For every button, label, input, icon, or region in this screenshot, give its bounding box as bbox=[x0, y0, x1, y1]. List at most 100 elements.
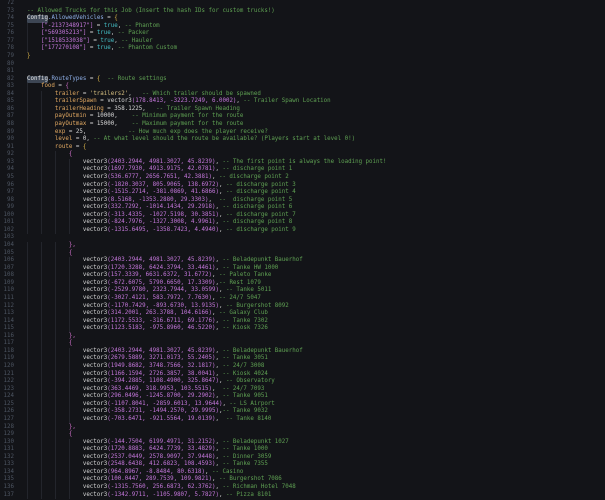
token-tx: , bbox=[110, 30, 118, 37]
line-number: 96 bbox=[7, 181, 14, 188]
code-line-content: { bbox=[14, 431, 72, 439]
token-cm: -- Pizza 8101 bbox=[225, 491, 272, 498]
token-tx: , bbox=[236, 98, 244, 105]
token-pr: payOutmin bbox=[54, 113, 87, 120]
line-number: 82 bbox=[7, 75, 14, 82]
code-editor[interactable]: 72 73 -- Allowed Trucks for this Job (Inse… bbox=[0, 0, 605, 500]
token-cm: -- Tanke 7302 bbox=[222, 317, 268, 324]
line-number: 92 bbox=[7, 151, 14, 158]
token-pr: trailerHeading bbox=[54, 105, 104, 112]
code-line-content: Config .AllowedVehicles = { bbox=[14, 15, 118, 23]
line-number: 89 bbox=[7, 128, 14, 135]
token-cm: -- Richman Hotel 7048 bbox=[222, 484, 296, 490]
code-line: 119 vector3 (2679.5889, 3271.0173, 55.2405… bbox=[0, 355, 605, 363]
token-cm: -- discharge point 9 bbox=[225, 226, 296, 233]
token-fn: vector3 bbox=[82, 363, 108, 369]
indent-guide bbox=[27, 355, 83, 363]
line-number: 118 bbox=[3, 347, 14, 354]
token-pk: (100.0447, 289.7539, 109.9821) bbox=[107, 476, 212, 483]
code-line: 125 vector3 (-1107.8041, -2859.6013, 13.96… bbox=[0, 400, 605, 409]
line-number: 130 bbox=[3, 438, 14, 445]
indent-guide bbox=[27, 211, 83, 220]
token-tx: , bbox=[218, 211, 226, 218]
token-fn: vector3 bbox=[82, 204, 108, 211]
token-tx: , bbox=[215, 415, 226, 422]
line-number: 111 bbox=[3, 294, 14, 301]
indent-guide bbox=[27, 181, 83, 190]
token-pk: (1720.3288, 6424.3794, 33.4461) bbox=[107, 264, 216, 271]
code-line: 95 vector3 (536.6777, 2656.7651, 42.3881),… bbox=[0, 173, 605, 182]
token-pk: (1949.8682, 3748.7566, 32.1817) bbox=[107, 363, 216, 369]
code-line-content: Config .RouteTypes = { -- Route settings bbox=[14, 75, 167, 84]
token-tx: , bbox=[142, 105, 157, 112]
indent-guide bbox=[27, 90, 55, 99]
token-b1: { bbox=[114, 15, 118, 22]
indent-guide bbox=[27, 370, 83, 379]
token-b2: { bbox=[68, 151, 73, 158]
code-line-content: } bbox=[14, 53, 31, 61]
token-pk: (-1107.8041, -2859.6013, 13.9644) bbox=[107, 400, 223, 407]
token-pk: (2403.2944, 4981.3027, 45.8239) bbox=[107, 347, 216, 354]
token-pk: (332.7292, -1014.1434, 29.2918) bbox=[107, 204, 216, 211]
indent-guide bbox=[27, 83, 41, 91]
code-line: 121 vector3 (1166.1594, 2726.3857, 38.0041… bbox=[0, 370, 605, 379]
line-number: 132 bbox=[3, 453, 14, 460]
token-bl: .RouteTypes bbox=[47, 75, 87, 82]
code-line-content: vector3 (1166.1594, 2726.3857, 38.0041), … bbox=[14, 370, 268, 379]
line-number: 101 bbox=[3, 219, 14, 226]
token-cm: -- Beladepunkt Bauerhof bbox=[222, 347, 303, 354]
token-pk: (314.2001, 263.3788, 104.6166) bbox=[107, 310, 212, 317]
token-pk: ["-2137348917"] bbox=[40, 22, 94, 29]
line-number: 97 bbox=[7, 189, 14, 196]
line-number: 93 bbox=[7, 158, 14, 165]
code-line-content: exp = 25, -- How much exp does the playe… bbox=[14, 128, 268, 137]
token-fn: vector3 bbox=[82, 310, 108, 317]
indent-guide bbox=[27, 317, 83, 326]
token-tx: , bbox=[222, 400, 230, 407]
code-line: 96 vector3 (-1820.3037, 805.9065, 138.6972… bbox=[0, 181, 605, 190]
token-fn: vector3 bbox=[82, 484, 108, 490]
code-line-content: }, bbox=[14, 332, 76, 341]
indent-guide bbox=[27, 363, 83, 371]
code-line: 84 trailer = 'trailers2', -- Which traile… bbox=[0, 90, 605, 99]
token-hl: Config bbox=[27, 75, 48, 84]
indent-guide bbox=[27, 461, 83, 469]
token-fn: vector3 bbox=[82, 378, 108, 385]
token-pk: (-1315.6495, -1358.7423, 4.4940) bbox=[107, 226, 219, 233]
token-pk: (964.8967, -8.8484, 80.6318) bbox=[107, 468, 205, 475]
token-pk: (1697.7930, 4913.9175, 42.0781) bbox=[107, 166, 216, 173]
indent-guide bbox=[27, 415, 83, 424]
token-pk: (-824.7976, -1327.3008, 4.9961) bbox=[107, 219, 216, 226]
indent-guide bbox=[27, 340, 69, 348]
code-line: 83 food = { bbox=[0, 83, 605, 91]
token-b2: { bbox=[65, 83, 69, 90]
code-line-content: vector3 (8.5168, -1353.2880, 29.3303), --… bbox=[14, 196, 292, 205]
token-tx: , bbox=[218, 226, 226, 233]
token-cy: true bbox=[96, 45, 111, 52]
token-fn: vector3 bbox=[82, 279, 108, 286]
line-number: 107 bbox=[3, 264, 14, 271]
token-pk: (-2529.9780, 2323.7944, 33.0599) bbox=[107, 287, 219, 294]
token-fn: vector3 bbox=[107, 98, 132, 105]
token-cm: -- discharge point 2 bbox=[218, 173, 289, 180]
token-cm: -- 24/7 3008 bbox=[222, 363, 265, 369]
indent-guide bbox=[27, 136, 55, 144]
token-hl: Config bbox=[27, 15, 48, 23]
token-cm: -- Trailer Spawn Location bbox=[243, 98, 331, 105]
code-line: 102 vector3 (-1315.6495, -1358.7423, 4.494… bbox=[0, 226, 605, 235]
indent-guide bbox=[27, 423, 69, 432]
code-line-content: vector3 (-313.4335, -1027.5198, 30.3851),… bbox=[14, 211, 296, 220]
line-number: 120 bbox=[3, 363, 14, 369]
code-line: 78 ["177270108"] = true, -- Phantom Custo… bbox=[0, 45, 605, 53]
token-fn: vector3 bbox=[82, 166, 108, 173]
token-tx: = bbox=[103, 105, 115, 112]
line-number: 95 bbox=[7, 173, 14, 180]
token-tx: , bbox=[218, 378, 226, 385]
token-b2: }, bbox=[68, 423, 76, 430]
indent-guide bbox=[27, 128, 55, 137]
token-b1: { bbox=[82, 143, 87, 150]
code-line-content: { bbox=[14, 340, 72, 348]
code-line: 81 bbox=[0, 68, 605, 76]
line-number: 91 bbox=[7, 143, 14, 150]
token-cm: -- Tanke HW 1000 bbox=[222, 264, 279, 271]
